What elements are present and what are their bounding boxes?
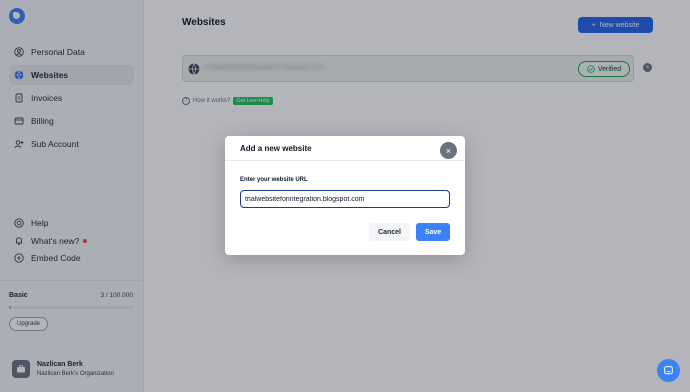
modal-title: Add a new website [240, 144, 312, 153]
add-website-modal: Add a new website × Enter your website U… [225, 136, 465, 255]
chat-launcher-button[interactable] [657, 359, 680, 382]
url-field-label: Enter your website URL [240, 177, 308, 183]
close-icon[interactable]: × [440, 142, 457, 159]
chat-icon [664, 366, 673, 375]
modal-header: Add a new website × [225, 136, 465, 161]
cancel-button[interactable]: Cancel [369, 223, 410, 241]
save-button[interactable]: Save [416, 223, 450, 241]
website-url-input[interactable] [240, 190, 450, 208]
